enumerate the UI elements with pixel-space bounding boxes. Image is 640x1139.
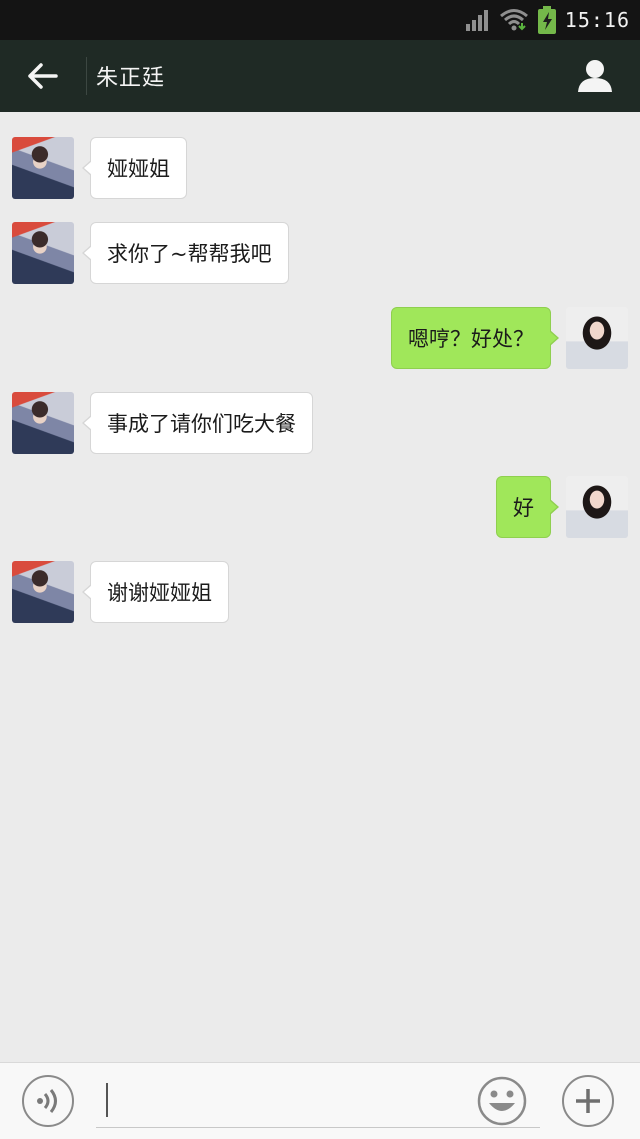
message-row: 求你了~帮帮我吧 — [0, 222, 640, 286]
message-row: 嗯哼？好处？ — [0, 307, 640, 371]
my-avatar[interactable] — [566, 307, 628, 369]
contact-avatar[interactable] — [12, 222, 74, 284]
voice-button[interactable] — [22, 1075, 74, 1127]
signal-icon — [465, 10, 488, 31]
profile-icon — [578, 60, 612, 92]
incoming-message[interactable]: 谢谢娅娅姐 — [82, 561, 229, 623]
profile-button[interactable] — [572, 54, 618, 98]
wifi-icon — [499, 9, 528, 31]
emoji-button[interactable] — [476, 1075, 528, 1127]
incoming-message[interactable]: 求你了~帮帮我吧 — [82, 222, 289, 284]
message-list[interactable]: 娅娅姐 求你了~帮帮我吧 嗯哼？好处？ 事成了请你们吃大餐 好 谢谢娅娅姐 — [0, 112, 640, 1062]
emoji-icon — [477, 1076, 527, 1126]
outgoing-message[interactable]: 嗯哼？好处？ — [391, 307, 559, 369]
text-caret — [106, 1083, 108, 1117]
contact-name: 朱正廷 — [96, 66, 166, 91]
contact-avatar[interactable] — [12, 137, 74, 199]
message-row: 好 — [0, 476, 640, 540]
incoming-message[interactable]: 娅娅姐 — [82, 137, 187, 199]
status-time: 15:16 — [564, 8, 630, 32]
message-input[interactable] — [96, 1077, 540, 1128]
plus-icon — [576, 1089, 600, 1113]
incoming-message[interactable]: 事成了请你们吃大餐 — [82, 392, 313, 454]
more-button[interactable] — [562, 1075, 614, 1127]
chat-header: 朱正廷 — [0, 40, 640, 112]
message-row: 事成了请你们吃大餐 — [0, 392, 640, 456]
input-bar — [0, 1062, 640, 1139]
contact-avatar[interactable] — [12, 392, 74, 454]
status-bar: 15:16 — [0, 0, 640, 40]
my-avatar[interactable] — [566, 476, 628, 538]
battery-charging-icon — [537, 6, 556, 34]
contact-avatar[interactable] — [12, 561, 74, 623]
message-row: 娅娅姐 — [0, 137, 640, 201]
outgoing-message[interactable]: 好 — [496, 476, 559, 538]
status-icons: 15:16 — [465, 0, 630, 40]
message-row: 谢谢娅娅姐 — [0, 561, 640, 625]
voice-icon — [37, 1089, 57, 1113]
back-button[interactable] — [18, 54, 66, 98]
back-arrow-icon — [28, 63, 58, 89]
header-divider — [86, 57, 87, 95]
